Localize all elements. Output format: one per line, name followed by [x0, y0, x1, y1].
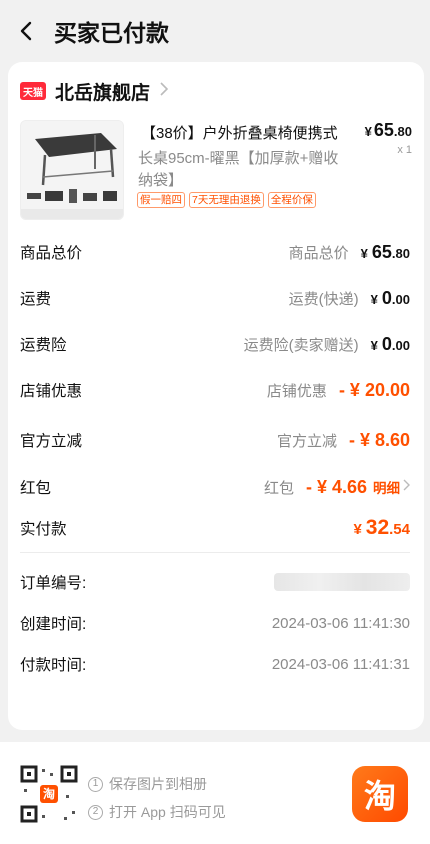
header: 买家已付款: [0, 0, 430, 62]
paid-amount: ¥32.54: [353, 516, 410, 539]
row-shipping: 运费 运费(快递) ¥0.00: [20, 286, 410, 310]
row-official-discount: 官方立减 官方立减 - ¥ 8.60: [20, 428, 410, 452]
row-sub-label: 运费(快递): [288, 290, 359, 308]
total-amount: ¥65.80: [360, 241, 410, 262]
row-sub-label: 商品总价: [288, 244, 349, 262]
shop-discount-amount: - ¥ 20.00: [338, 379, 410, 400]
taobao-app-icon[interactable]: 淘: [352, 766, 408, 822]
chevron-right-icon[interactable]: [160, 81, 169, 101]
row-label: 运费险: [20, 337, 67, 354]
page-title: 买家已付款: [54, 20, 169, 46]
row-paid-time: 付款时间: 2024-03-06 11:41:31: [20, 652, 410, 676]
svg-text:淘: 淘: [43, 786, 55, 801]
row-label: 官方立减: [20, 433, 83, 450]
step-scan: 2 打开 App 扫码可见: [88, 798, 226, 826]
service-tag: 假一赔四: [137, 192, 185, 208]
footer: 淘 1 保存图片到相册 2 打开 App 扫码可见 淘: [0, 742, 430, 844]
row-paid: 实付款 ¥32.54: [20, 516, 410, 540]
row-label: 订单编号:: [20, 575, 87, 592]
scan-steps: 1 保存图片到相册 2 打开 App 扫码可见: [88, 770, 226, 826]
chevron-left-icon[interactable]: [16, 21, 36, 41]
chevron-right-icon[interactable]: [403, 478, 410, 496]
shipping-amount: ¥0.00: [370, 287, 410, 308]
row-created-time: 创建时间: 2024-03-06 11:41:30: [20, 611, 410, 635]
paid-time-value: 2024-03-06 11:41:31: [271, 655, 410, 673]
service-tag: 全程价保: [267, 192, 316, 208]
divider: [20, 552, 410, 553]
row-label: 商品总价: [20, 245, 83, 262]
product-title[interactable]: 【38价】户外折叠桌椅便携式: [141, 122, 347, 143]
row-label: 实付款: [20, 521, 67, 538]
row-sub-label: 红包: [263, 479, 294, 497]
shop-name[interactable]: 北岳旗舰店: [55, 78, 150, 105]
product-sku: 长桌95cm-曜黑【加厚款+赠收纳袋】: [138, 150, 339, 189]
insurance-amount: ¥0.00: [370, 333, 410, 354]
row-sub-label: 运费险(卖家赠送): [243, 336, 359, 354]
row-label: 红包: [20, 480, 52, 497]
product-quantity: x 1: [397, 144, 412, 156]
row-label: 店铺优惠: [20, 383, 83, 400]
row-label: 付款时间:: [20, 657, 87, 674]
row-label: 创建时间:: [20, 616, 87, 633]
product-image[interactable]: [20, 120, 124, 220]
row-shop-discount: 店铺优惠 店铺优惠 - ¥ 20.00: [20, 378, 410, 402]
product-price: ¥65.80: [364, 120, 412, 140]
shop-header[interactable]: 天猫 北岳旗舰店: [8, 62, 424, 120]
step-save: 1 保存图片到相册: [88, 770, 226, 798]
created-time-value: 2024-03-06 11:41:30: [271, 614, 410, 632]
official-discount-amount: - ¥ 8.60: [348, 429, 410, 450]
service-tags: 假一赔四 7天无理由退换 全程价保: [137, 192, 316, 208]
qr-code: 淘: [20, 765, 78, 823]
service-tag: 7天无理由退换: [189, 192, 264, 208]
row-red-packet[interactable]: 红包 红包 - ¥ 4.66 明细: [20, 475, 410, 499]
row-order-number: 订单编号:: [20, 570, 410, 594]
red-packet-detail-link[interactable]: 明细: [373, 477, 400, 497]
red-packet-amount: - ¥ 4.66: [305, 476, 367, 497]
row-label: 运费: [20, 291, 52, 308]
row-insurance: 运费险 运费险(卖家赠送) ¥0.00: [20, 332, 410, 356]
row-sub-label: 官方立减: [276, 432, 337, 450]
row-total: 商品总价 商品总价 ¥65.80: [20, 240, 410, 264]
row-sub-label: 店铺优惠: [266, 382, 327, 400]
tmall-badge: 天猫: [20, 82, 46, 100]
order-number-redacted: [274, 573, 410, 591]
order-card: 天猫 北岳旗舰店 【38价】户外折叠桌椅便携式 长桌95cm-曜黑【加厚款+赠收…: [8, 62, 424, 730]
